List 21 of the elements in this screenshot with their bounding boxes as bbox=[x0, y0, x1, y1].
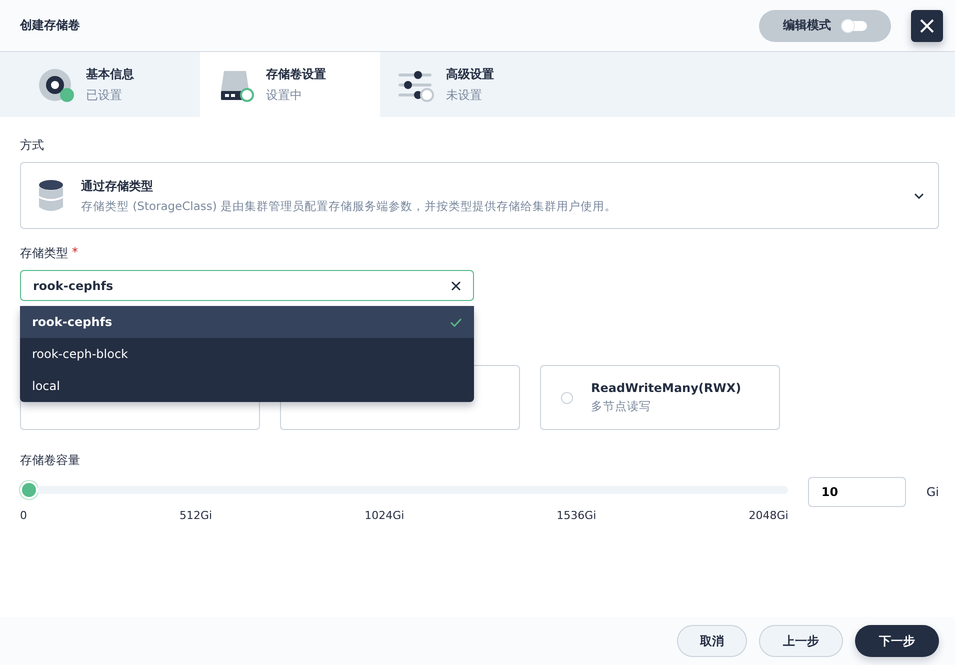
tick-label: 1024Gi bbox=[364, 509, 404, 522]
step-status: 已设置 bbox=[86, 86, 123, 104]
tick-label: 1536Gi bbox=[556, 509, 596, 522]
tick-label: 2048Gi bbox=[748, 509, 788, 522]
method-description: 存储类型 (StorageClass) 是由集群管理员配置存储服务端参数，并按类型提供存储给集群用户使用。 bbox=[81, 198, 618, 214]
required-mark: * bbox=[72, 245, 78, 261]
step-title: 基本信息 bbox=[86, 66, 134, 82]
step-status: 设置中 bbox=[266, 86, 303, 104]
step-title: 高级设置 bbox=[446, 66, 494, 82]
field-label: 存储类型 bbox=[20, 245, 68, 262]
dialog-title: 创建存储卷 bbox=[20, 17, 81, 34]
unit-label: Gi bbox=[926, 485, 939, 499]
method-title: 通过存储类型 bbox=[81, 178, 154, 194]
access-mode-description: 多节点读写 bbox=[591, 399, 652, 414]
tick-label: 0 bbox=[20, 509, 27, 522]
tick-label: 512Gi bbox=[180, 509, 212, 522]
field-label: 存储卷容量 bbox=[20, 452, 80, 469]
step-title: 存储卷设置 bbox=[266, 66, 326, 82]
step-status: 未设置 bbox=[446, 86, 483, 104]
access-mode-title: ReadWriteMany(RWX) bbox=[591, 381, 742, 395]
field-label: 方式 bbox=[20, 137, 44, 154]
